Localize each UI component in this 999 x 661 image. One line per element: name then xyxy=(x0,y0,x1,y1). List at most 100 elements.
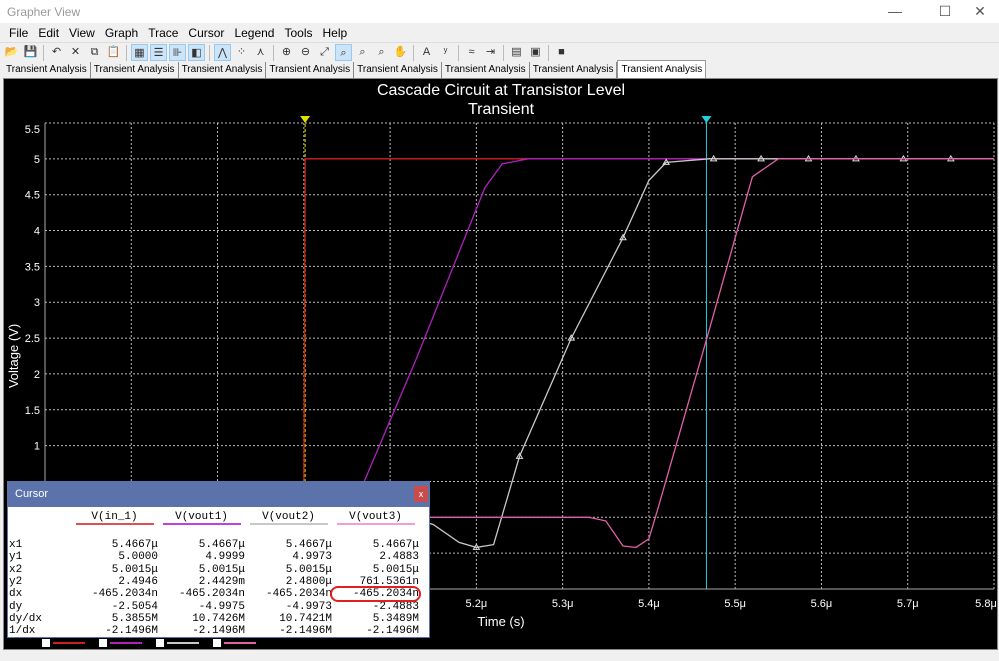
row-label: dy/dx xyxy=(9,612,43,625)
x-tick-label: 5.2μ xyxy=(466,598,488,610)
trace-icon[interactable]: ≈ xyxy=(463,44,480,61)
tab-transient-analysis-3[interactable]: Transient Analysis xyxy=(179,62,267,78)
show-points-icon[interactable]: ⁘ xyxy=(233,44,250,61)
tab-transient-analysis-5[interactable]: Transient Analysis xyxy=(354,62,442,78)
cursor-value: 4.9973 xyxy=(292,551,332,564)
cursor-row-dx: dx -465.2034n -465.2034n -465.2034n -465.203… xyxy=(9,586,421,603)
menu-cursor[interactable]: Cursor xyxy=(183,24,229,42)
toolbar-separator xyxy=(413,44,414,61)
x-tick-label: 5.6μ xyxy=(811,598,833,610)
save-icon[interactable]: 💾 xyxy=(22,44,39,61)
legend-item[interactable] xyxy=(213,639,256,647)
legend xyxy=(42,639,256,647)
cursor-value: 2.4429m xyxy=(198,576,245,589)
cursor-value: -4.9973 xyxy=(285,600,332,613)
menu-view[interactable]: View xyxy=(64,24,100,42)
menu-tools[interactable]: Tools xyxy=(279,24,317,42)
cursor-row-dy: dy -2.5054 -4.9975 -4.9973 -2.4883 xyxy=(9,600,419,613)
y-tick-label: 5 xyxy=(34,154,40,166)
open-icon[interactable]: 📂 xyxy=(3,44,20,61)
cursor-row-dy-per-dx: dy/dx 5.3855M 10.7426M 10.7421M 5.3489M xyxy=(9,613,419,625)
stop-icon[interactable]: ■ xyxy=(553,44,570,61)
legend-icon[interactable]: ☰ xyxy=(150,44,167,61)
tab-transient-analysis-4[interactable]: Transient Analysis xyxy=(266,62,355,78)
zoom-in-icon[interactable]: ⊕ xyxy=(278,44,295,61)
cursor-row-x2: x2 5.0015μ 5.0015μ 5.0015μ 5.0015μ xyxy=(9,564,419,576)
chart-subtitle: Transient xyxy=(468,101,535,118)
legend-checkbox[interactable] xyxy=(99,639,107,647)
cursor-value: 5.0000 xyxy=(118,551,158,564)
toolbar-separator xyxy=(273,44,274,61)
zoom-y-icon[interactable]: ⌕ xyxy=(373,44,390,61)
reverse-colors-icon[interactable]: ◧ xyxy=(188,44,205,61)
menu-file[interactable]: File xyxy=(4,24,33,42)
trace-vin_1[interactable] xyxy=(45,158,994,518)
cursor-value: -465.2034n xyxy=(91,588,158,601)
minimize-button[interactable]: — xyxy=(880,0,910,22)
copy-icon[interactable]: ⧉ xyxy=(86,44,103,61)
y-tick-label: 2.5 xyxy=(25,333,40,345)
row-label: y2 xyxy=(9,576,23,589)
properties-icon[interactable]: ▣ xyxy=(527,44,544,61)
cursor-window-close-button[interactable]: x xyxy=(414,486,428,502)
show-lines-icon[interactable]: ⋀ xyxy=(214,44,231,61)
zoom-full-icon[interactable]: ⤢ xyxy=(316,44,333,61)
lines-points-icon[interactable]: ⋏ xyxy=(252,44,269,61)
cursor-window[interactable]: Cursor x V(in_1) V(vout1) V(vout2) V(vout3)… xyxy=(7,481,430,638)
trace-vvout1[interactable] xyxy=(45,158,994,518)
zoom-select-icon[interactable]: ⌕ xyxy=(335,44,352,61)
page-properties-icon[interactable]: ▤ xyxy=(508,44,525,61)
undo-icon[interactable]: ↶ xyxy=(48,44,65,61)
cursors-icon[interactable]: ⊪ xyxy=(169,44,186,61)
zoom-out-icon[interactable]: ⊖ xyxy=(297,44,314,61)
cursor-window-titlebar[interactable]: Cursor x xyxy=(8,482,429,507)
legend-checkbox[interactable] xyxy=(213,639,221,647)
tab-transient-analysis-7[interactable]: Transient Analysis xyxy=(530,62,618,78)
grid-icon[interactable]: ▦ xyxy=(131,44,148,61)
menu-help[interactable]: Help xyxy=(318,24,353,42)
cursor-value: -4.9975 xyxy=(198,600,245,613)
maximize-button[interactable]: ☐ xyxy=(930,0,960,22)
legend-checkbox[interactable] xyxy=(156,639,164,647)
y-tick-label: 1 xyxy=(34,441,40,453)
toolbar-separator xyxy=(126,44,127,61)
tab-transient-analysis-6[interactable]: Transient Analysis xyxy=(442,62,530,78)
tab-transient-analysis-8[interactable]: Transient Analysis xyxy=(617,60,707,78)
legend-item[interactable] xyxy=(42,639,85,647)
pan-hand-icon[interactable]: ✋ xyxy=(392,44,409,61)
x-tick-label: 5.7μ xyxy=(897,598,919,610)
toolbar-separator xyxy=(43,44,44,61)
cursor-value: -2.1496M xyxy=(192,625,245,638)
cursor-1-handle-icon[interactable] xyxy=(300,116,311,123)
tab-transient-analysis-1[interactable]: Transient Analysis xyxy=(3,62,91,78)
legend-item[interactable] xyxy=(156,639,199,647)
zoom-x-icon[interactable]: ⌕ xyxy=(354,44,371,61)
menu-graph[interactable]: Graph xyxy=(100,24,143,42)
menu-trace[interactable]: Trace xyxy=(143,24,183,42)
label-icon[interactable]: ʸ xyxy=(437,44,454,61)
menu-edit[interactable]: Edit xyxy=(33,24,64,42)
close-button[interactable]: ✕ xyxy=(965,0,995,22)
y-tick-label: 5.5 xyxy=(25,124,40,136)
cursor-value: -2.5054 xyxy=(111,600,158,613)
legend-swatch xyxy=(110,642,142,644)
menu-bar: File Edit View Graph Trace Cursor Legend Tools H… xyxy=(0,24,999,42)
row-label: x2 xyxy=(9,563,23,576)
legend-checkbox[interactable] xyxy=(42,639,50,647)
cursor-value: 10.7421M xyxy=(279,612,332,625)
cursor-value: 5.4667μ xyxy=(198,539,245,552)
legend-item[interactable] xyxy=(99,639,142,647)
cursor-value: 5.0015μ xyxy=(198,563,245,576)
cut-icon[interactable]: ✕ xyxy=(67,44,84,61)
column-header: V(vout1) xyxy=(162,511,241,525)
export-icon[interactable]: ⇥ xyxy=(482,44,499,61)
row-label: 1/dx xyxy=(9,625,36,638)
text-icon[interactable]: A xyxy=(418,44,435,61)
row-label: dx xyxy=(9,588,23,601)
toolbar-separator xyxy=(209,44,210,61)
cursor-2-handle-icon[interactable] xyxy=(701,116,712,123)
tab-transient-analysis-2[interactable]: Transient Analysis xyxy=(91,62,179,78)
tab-bar: Transient Analysis Transient Analysis Tran… xyxy=(3,60,707,78)
menu-legend[interactable]: Legend xyxy=(229,24,279,42)
paste-icon[interactable]: 📋 xyxy=(105,44,122,61)
